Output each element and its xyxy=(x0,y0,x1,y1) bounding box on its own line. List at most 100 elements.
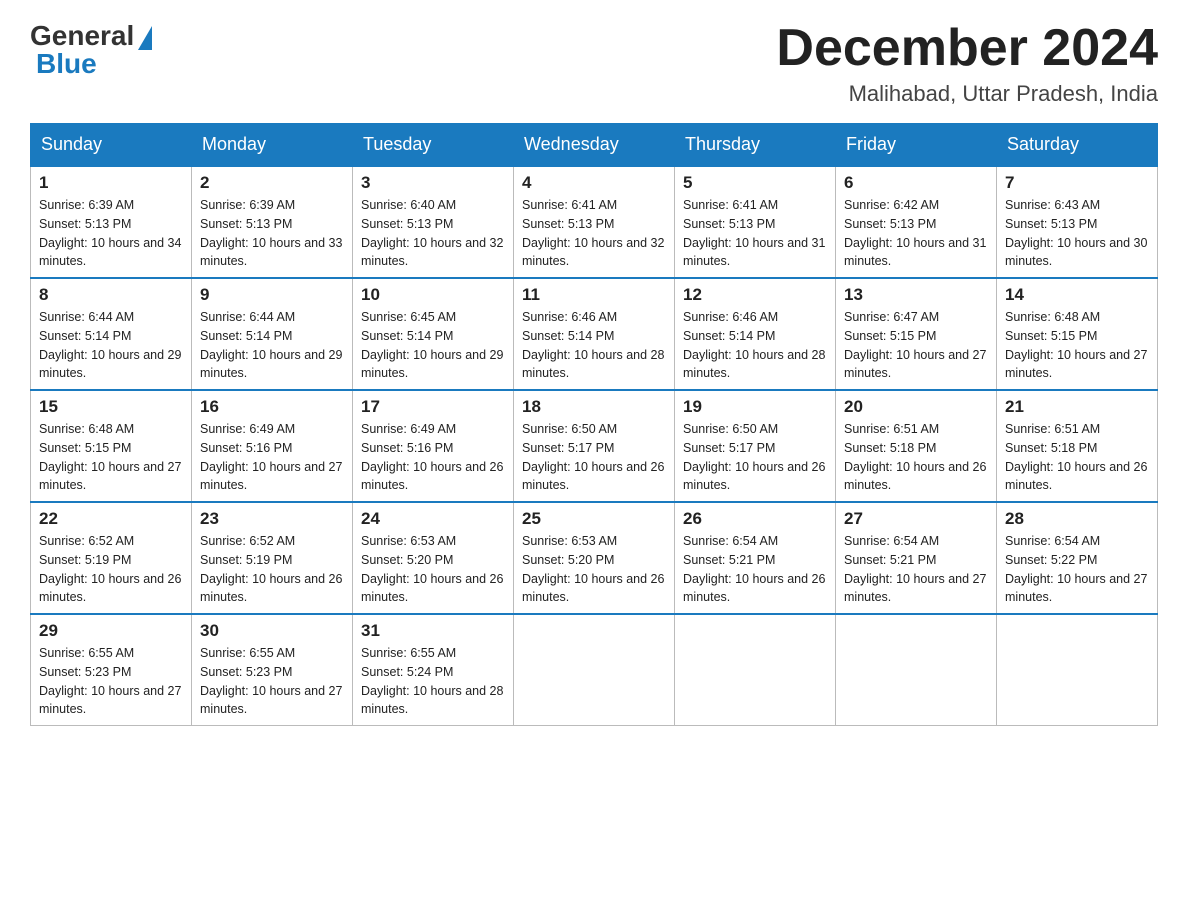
calendar-cell: 20 Sunrise: 6:51 AMSunset: 5:18 PMDaylig… xyxy=(836,390,997,502)
day-info: Sunrise: 6:54 AMSunset: 5:21 PMDaylight:… xyxy=(683,534,825,604)
day-number: 17 xyxy=(361,397,505,417)
day-number: 14 xyxy=(1005,285,1149,305)
day-info: Sunrise: 6:53 AMSunset: 5:20 PMDaylight:… xyxy=(522,534,664,604)
day-info: Sunrise: 6:53 AMSunset: 5:20 PMDaylight:… xyxy=(361,534,503,604)
calendar-week-row-5: 29 Sunrise: 6:55 AMSunset: 5:23 PMDaylig… xyxy=(31,614,1158,726)
day-number: 3 xyxy=(361,173,505,193)
day-number: 2 xyxy=(200,173,344,193)
calendar-cell: 13 Sunrise: 6:47 AMSunset: 5:15 PMDaylig… xyxy=(836,278,997,390)
calendar-cell: 18 Sunrise: 6:50 AMSunset: 5:17 PMDaylig… xyxy=(514,390,675,502)
calendar-header-row: SundayMondayTuesdayWednesdayThursdayFrid… xyxy=(31,124,1158,167)
calendar-cell: 15 Sunrise: 6:48 AMSunset: 5:15 PMDaylig… xyxy=(31,390,192,502)
day-number: 21 xyxy=(1005,397,1149,417)
calendar-cell xyxy=(675,614,836,726)
calendar-week-row-4: 22 Sunrise: 6:52 AMSunset: 5:19 PMDaylig… xyxy=(31,502,1158,614)
day-number: 19 xyxy=(683,397,827,417)
month-title: December 2024 xyxy=(776,20,1158,77)
day-info: Sunrise: 6:44 AMSunset: 5:14 PMDaylight:… xyxy=(39,310,181,380)
calendar-table: SundayMondayTuesdayWednesdayThursdayFrid… xyxy=(30,123,1158,726)
calendar-week-row-3: 15 Sunrise: 6:48 AMSunset: 5:15 PMDaylig… xyxy=(31,390,1158,502)
calendar-cell: 16 Sunrise: 6:49 AMSunset: 5:16 PMDaylig… xyxy=(192,390,353,502)
calendar-cell: 6 Sunrise: 6:42 AMSunset: 5:13 PMDayligh… xyxy=(836,166,997,278)
calendar-cell xyxy=(836,614,997,726)
calendar-header-monday: Monday xyxy=(192,124,353,167)
calendar-cell: 23 Sunrise: 6:52 AMSunset: 5:19 PMDaylig… xyxy=(192,502,353,614)
calendar-cell: 25 Sunrise: 6:53 AMSunset: 5:20 PMDaylig… xyxy=(514,502,675,614)
day-info: Sunrise: 6:42 AMSunset: 5:13 PMDaylight:… xyxy=(844,198,986,268)
day-number: 11 xyxy=(522,285,666,305)
logo: General Blue xyxy=(30,20,152,80)
calendar-header-thursday: Thursday xyxy=(675,124,836,167)
calendar-cell: 5 Sunrise: 6:41 AMSunset: 5:13 PMDayligh… xyxy=(675,166,836,278)
day-info: Sunrise: 6:41 AMSunset: 5:13 PMDaylight:… xyxy=(683,198,825,268)
day-number: 29 xyxy=(39,621,183,641)
calendar-header-sunday: Sunday xyxy=(31,124,192,167)
day-number: 1 xyxy=(39,173,183,193)
day-info: Sunrise: 6:50 AMSunset: 5:17 PMDaylight:… xyxy=(683,422,825,492)
calendar-week-row-2: 8 Sunrise: 6:44 AMSunset: 5:14 PMDayligh… xyxy=(31,278,1158,390)
calendar-cell: 30 Sunrise: 6:55 AMSunset: 5:23 PMDaylig… xyxy=(192,614,353,726)
calendar-cell: 26 Sunrise: 6:54 AMSunset: 5:21 PMDaylig… xyxy=(675,502,836,614)
calendar-cell: 11 Sunrise: 6:46 AMSunset: 5:14 PMDaylig… xyxy=(514,278,675,390)
calendar-cell: 3 Sunrise: 6:40 AMSunset: 5:13 PMDayligh… xyxy=(353,166,514,278)
page-header: General Blue December 2024 Malihabad, Ut… xyxy=(30,20,1158,107)
day-info: Sunrise: 6:54 AMSunset: 5:22 PMDaylight:… xyxy=(1005,534,1147,604)
day-info: Sunrise: 6:41 AMSunset: 5:13 PMDaylight:… xyxy=(522,198,664,268)
day-info: Sunrise: 6:39 AMSunset: 5:13 PMDaylight:… xyxy=(200,198,342,268)
day-number: 8 xyxy=(39,285,183,305)
day-info: Sunrise: 6:52 AMSunset: 5:19 PMDaylight:… xyxy=(39,534,181,604)
calendar-header-wednesday: Wednesday xyxy=(514,124,675,167)
logo-blue-text: Blue xyxy=(36,48,97,80)
day-info: Sunrise: 6:55 AMSunset: 5:23 PMDaylight:… xyxy=(200,646,342,716)
day-info: Sunrise: 6:44 AMSunset: 5:14 PMDaylight:… xyxy=(200,310,342,380)
day-info: Sunrise: 6:49 AMSunset: 5:16 PMDaylight:… xyxy=(361,422,503,492)
calendar-cell: 28 Sunrise: 6:54 AMSunset: 5:22 PMDaylig… xyxy=(997,502,1158,614)
day-number: 20 xyxy=(844,397,988,417)
calendar-cell: 7 Sunrise: 6:43 AMSunset: 5:13 PMDayligh… xyxy=(997,166,1158,278)
day-number: 13 xyxy=(844,285,988,305)
logo-triangle-icon xyxy=(138,26,152,50)
calendar-cell: 24 Sunrise: 6:53 AMSunset: 5:20 PMDaylig… xyxy=(353,502,514,614)
calendar-cell xyxy=(514,614,675,726)
day-number: 16 xyxy=(200,397,344,417)
day-info: Sunrise: 6:54 AMSunset: 5:21 PMDaylight:… xyxy=(844,534,986,604)
calendar-cell: 17 Sunrise: 6:49 AMSunset: 5:16 PMDaylig… xyxy=(353,390,514,502)
calendar-header-friday: Friday xyxy=(836,124,997,167)
day-info: Sunrise: 6:52 AMSunset: 5:19 PMDaylight:… xyxy=(200,534,342,604)
day-number: 31 xyxy=(361,621,505,641)
day-number: 18 xyxy=(522,397,666,417)
day-info: Sunrise: 6:55 AMSunset: 5:23 PMDaylight:… xyxy=(39,646,181,716)
day-number: 22 xyxy=(39,509,183,529)
day-info: Sunrise: 6:55 AMSunset: 5:24 PMDaylight:… xyxy=(361,646,503,716)
day-number: 4 xyxy=(522,173,666,193)
day-info: Sunrise: 6:39 AMSunset: 5:13 PMDaylight:… xyxy=(39,198,181,268)
location-text: Malihabad, Uttar Pradesh, India xyxy=(776,81,1158,107)
day-info: Sunrise: 6:46 AMSunset: 5:14 PMDaylight:… xyxy=(683,310,825,380)
day-number: 28 xyxy=(1005,509,1149,529)
day-number: 23 xyxy=(200,509,344,529)
day-info: Sunrise: 6:48 AMSunset: 5:15 PMDaylight:… xyxy=(39,422,181,492)
day-info: Sunrise: 6:48 AMSunset: 5:15 PMDaylight:… xyxy=(1005,310,1147,380)
calendar-cell: 22 Sunrise: 6:52 AMSunset: 5:19 PMDaylig… xyxy=(31,502,192,614)
calendar-cell: 9 Sunrise: 6:44 AMSunset: 5:14 PMDayligh… xyxy=(192,278,353,390)
day-number: 9 xyxy=(200,285,344,305)
calendar-cell: 31 Sunrise: 6:55 AMSunset: 5:24 PMDaylig… xyxy=(353,614,514,726)
day-number: 12 xyxy=(683,285,827,305)
day-number: 7 xyxy=(1005,173,1149,193)
day-info: Sunrise: 6:50 AMSunset: 5:17 PMDaylight:… xyxy=(522,422,664,492)
day-info: Sunrise: 6:43 AMSunset: 5:13 PMDaylight:… xyxy=(1005,198,1147,268)
day-info: Sunrise: 6:40 AMSunset: 5:13 PMDaylight:… xyxy=(361,198,503,268)
calendar-cell: 1 Sunrise: 6:39 AMSunset: 5:13 PMDayligh… xyxy=(31,166,192,278)
calendar-cell: 21 Sunrise: 6:51 AMSunset: 5:18 PMDaylig… xyxy=(997,390,1158,502)
calendar-cell: 8 Sunrise: 6:44 AMSunset: 5:14 PMDayligh… xyxy=(31,278,192,390)
day-number: 10 xyxy=(361,285,505,305)
day-info: Sunrise: 6:47 AMSunset: 5:15 PMDaylight:… xyxy=(844,310,986,380)
calendar-week-row-1: 1 Sunrise: 6:39 AMSunset: 5:13 PMDayligh… xyxy=(31,166,1158,278)
day-number: 25 xyxy=(522,509,666,529)
calendar-cell: 14 Sunrise: 6:48 AMSunset: 5:15 PMDaylig… xyxy=(997,278,1158,390)
calendar-header-tuesday: Tuesday xyxy=(353,124,514,167)
day-number: 24 xyxy=(361,509,505,529)
calendar-cell: 19 Sunrise: 6:50 AMSunset: 5:17 PMDaylig… xyxy=(675,390,836,502)
calendar-cell: 12 Sunrise: 6:46 AMSunset: 5:14 PMDaylig… xyxy=(675,278,836,390)
day-info: Sunrise: 6:51 AMSunset: 5:18 PMDaylight:… xyxy=(1005,422,1147,492)
